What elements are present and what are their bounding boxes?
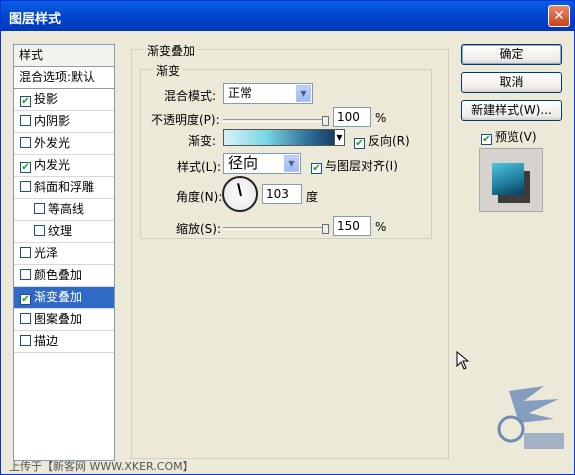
opacity-unit: % [375, 111, 387, 125]
scale-unit: % [375, 220, 387, 234]
watermark: 上传于【新客网 WWW.XKER.COM】 [9, 460, 194, 473]
sidebar-item-label: 光泽 [34, 246, 59, 260]
reverse-checkbox[interactable]: ✔ 反向(R) [354, 132, 410, 149]
gradient-label: 渐变: [188, 134, 217, 148]
checkbox-icon[interactable] [34, 225, 45, 236]
blend-options-item[interactable]: 混合选项:默认 [14, 67, 114, 89]
sidebar-item[interactable]: 外发光 [14, 133, 114, 155]
title-bar[interactable]: 图层样式 ✕ [1, 1, 574, 31]
mouse-cursor-icon [456, 351, 470, 370]
cancel-button[interactable]: 取消 [461, 72, 562, 93]
angle-input[interactable]: 103 [262, 184, 302, 204]
sidebar-item-label: 描边 [34, 334, 59, 348]
scale-label: 缩放(S): [176, 222, 222, 236]
opacity-slider[interactable] [223, 116, 329, 126]
preview-swatch [492, 163, 524, 195]
angle-dial-hand [237, 183, 242, 197]
new-style-button[interactable]: 新建样式(W)... [461, 100, 562, 121]
sidebar-item[interactable]: 图案叠加 [14, 309, 114, 331]
scale-slider-thumb[interactable] [322, 224, 329, 234]
angle-label: 角度(N): [176, 190, 223, 204]
checkbox-icon[interactable] [20, 137, 31, 148]
layer-style-dialog: 图层样式 ✕ 样式 混合选项:默认 ✔ 投影 内阴影 外发光 ✔ 内发光 斜面和浮雕 等高线纹… [0, 0, 575, 475]
sidebar-item-label: 斜面和浮雕 [34, 180, 95, 194]
opacity-slider-thumb[interactable] [322, 116, 329, 126]
styles-list: 样式 混合选项:默认 ✔ 投影 内阴影 外发光 ✔ 内发光 斜面和浮雕 等高线 纹理 光泽 颜色叠加… [13, 44, 115, 461]
align-checkbox[interactable]: ✔ 与图层对齐(I) [311, 157, 398, 174]
sidebar-item[interactable]: ✔ 渐变叠加 [14, 287, 114, 309]
checkbox-icon[interactable] [20, 269, 31, 280]
preview-label: 预览(V) [495, 130, 537, 144]
gradient-dropdown-icon[interactable]: ▼ [334, 129, 345, 146]
sidebar-item-label: 渐变叠加 [34, 290, 83, 304]
sidebar-item-label: 内阴影 [34, 114, 71, 128]
site-logo-icon [497, 386, 564, 449]
sidebar-item[interactable]: 光泽 [14, 243, 114, 265]
sidebar-item-label: 投影 [34, 92, 59, 106]
sidebar-item-label: 颜色叠加 [34, 268, 83, 282]
sidebar-item[interactable]: 等高线 [14, 199, 114, 221]
style-label: 样式(L): [177, 160, 222, 174]
checkbox-icon[interactable]: ✔ [20, 294, 31, 305]
gradient-picker[interactable] [223, 129, 345, 146]
checkbox-icon[interactable]: ✔ [20, 96, 31, 107]
blend-mode-label: 混合模式: [164, 89, 217, 103]
gradient-subgroup-title: 渐变 [153, 62, 184, 79]
checkbox-icon[interactable]: ✔ [20, 162, 31, 173]
opacity-input[interactable]: 100 [333, 107, 371, 127]
sidebar-item-label: 图案叠加 [34, 312, 83, 326]
blend-mode-select[interactable]: 正常 ▼ [223, 83, 313, 104]
sidebar-item[interactable]: 内阴影 [14, 111, 114, 133]
sidebar-item-label: 内发光 [34, 158, 71, 172]
scale-slider[interactable] [223, 224, 329, 234]
align-check-icon: ✔ [311, 163, 322, 174]
checkbox-icon[interactable] [20, 313, 31, 324]
checkbox-icon[interactable] [20, 247, 31, 258]
gradient-overlay-title: 渐变叠加 [144, 42, 199, 59]
checkbox-icon[interactable] [34, 203, 45, 214]
style-items: ✔ 投影 内阴影 外发光 ✔ 内发光 斜面和浮雕 等高线 纹理 光泽 颜色叠加 ✔ 渐变叠加 图案叠加 描边 [14, 89, 114, 353]
blend-mode-value: 正常 [228, 86, 253, 100]
sidebar-item[interactable]: ✔ 内发光 [14, 155, 114, 177]
opacity-label: 不透明度(P): [151, 113, 220, 127]
reverse-check-icon: ✔ [354, 138, 365, 149]
sidebar-item[interactable]: ✔ 投影 [14, 89, 114, 111]
style-value: 径向 [228, 154, 259, 172]
styles-header[interactable]: 样式 [14, 45, 114, 67]
chevron-down-icon: ▼ [296, 85, 311, 102]
close-button[interactable]: ✕ [548, 5, 570, 27]
scale-input[interactable]: 150 [333, 216, 371, 236]
sidebar-item[interactable]: 斜面和浮雕 [14, 177, 114, 199]
sidebar-item-label: 等高线 [48, 202, 85, 216]
chevron-down-icon: ▼ [284, 155, 299, 172]
align-label: 与图层对齐(I) [325, 159, 398, 173]
sidebar-item-label: 纹理 [48, 224, 73, 238]
preview-checkbox[interactable]: ✔ 预览(V) [481, 128, 537, 145]
checkbox-icon[interactable] [20, 181, 31, 192]
reverse-label: 反向(R) [368, 134, 410, 148]
style-preview-thumbnail [479, 148, 543, 212]
angle-unit: 度 [306, 190, 319, 204]
preview-check-icon: ✔ [481, 134, 492, 145]
style-select[interactable]: 径向 ▼ [223, 153, 301, 174]
checkbox-icon[interactable] [20, 115, 31, 126]
sidebar-item[interactable]: 颜色叠加 [14, 265, 114, 287]
ok-button[interactable]: 确定 [461, 44, 562, 65]
sidebar-item[interactable]: 描边 [14, 331, 114, 353]
sidebar-item-label: 外发光 [34, 136, 71, 150]
angle-dial[interactable] [222, 176, 258, 212]
checkbox-icon[interactable] [20, 335, 31, 346]
window-title: 图层样式 [9, 12, 62, 27]
sidebar-item[interactable]: 纹理 [14, 221, 114, 243]
